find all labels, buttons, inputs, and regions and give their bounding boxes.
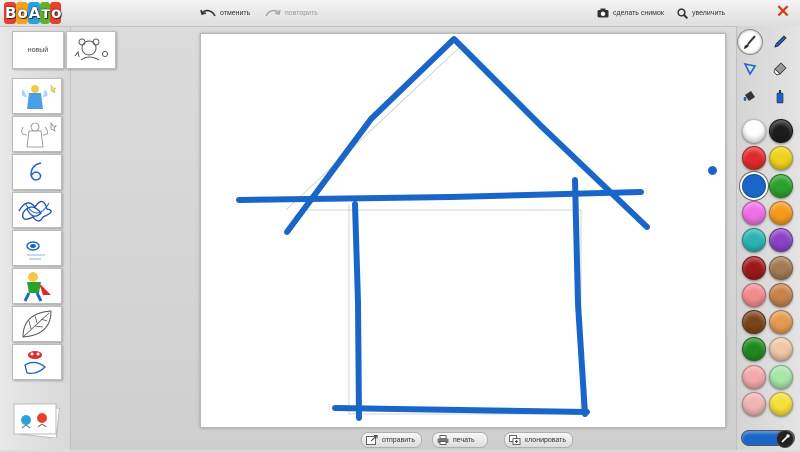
color-swatch[interactable] — [769, 364, 793, 389]
drawing-canvas[interactable] — [200, 33, 726, 428]
house-guide-line — [301, 204, 582, 415]
undo-arrow-icon — [200, 9, 216, 17]
shape-icon — [743, 62, 757, 76]
drawing-thumbnail-blue-scribble[interactable] — [12, 192, 62, 228]
birds-gallery-icon — [13, 403, 61, 439]
color-swatch[interactable] — [769, 392, 793, 416]
drawing-thumbnail-fairy[interactable] — [12, 78, 62, 114]
snapshot-button[interactable]: сделать снимок — [597, 6, 664, 20]
shape-tool[interactable] — [738, 57, 762, 81]
eraser-icon — [773, 62, 787, 76]
eraser-tool[interactable] — [768, 57, 792, 81]
new-drawing-label: новый — [27, 46, 49, 54]
color-swatch[interactable] — [769, 255, 793, 280]
paint-bucket-icon — [743, 91, 755, 101]
close-button[interactable]: ✕ — [774, 2, 792, 22]
gallery-stack-button[interactable] — [12, 402, 61, 439]
superhero-thumbnail-image — [23, 272, 51, 302]
send-icon — [366, 435, 378, 445]
scribble-thumbnail-image — [30, 162, 42, 181]
color-swatch[interactable] — [769, 173, 793, 198]
color-swatch[interactable] — [742, 392, 766, 416]
print-label: печать — [453, 436, 475, 444]
house-drawing — [236, 36, 650, 421]
top-toolbar: ВоАто отменить повторить сделать снимок … — [0, 0, 800, 27]
current-color-indicator[interactable] — [741, 430, 795, 448]
magnifier-icon — [677, 7, 688, 19]
zoom-button[interactable]: увеличить — [677, 6, 725, 20]
horizontal-beam-stroke — [236, 189, 644, 203]
drawing-thumbnail-fairy-outline[interactable] — [12, 116, 62, 152]
color-swatch[interactable] — [742, 255, 766, 280]
fill-bucket-tool[interactable] — [738, 84, 762, 108]
color-picker-button[interactable] — [776, 430, 794, 448]
color-swatch[interactable] — [742, 282, 766, 307]
color-swatch[interactable] — [742, 228, 766, 253]
spray-tool[interactable] — [768, 84, 792, 108]
redo-label: повторить — [285, 9, 318, 17]
fairy-thumbnail-image — [21, 84, 57, 109]
marker-tool[interactable] — [768, 30, 792, 54]
color-swatch[interactable] — [769, 310, 793, 335]
color-swatch[interactable] — [742, 119, 766, 143]
eyedropper-icon — [781, 434, 790, 443]
drawing-thumbnail-leaf[interactable] — [12, 306, 62, 342]
right-wall-stroke — [572, 177, 588, 417]
color-swatch[interactable] — [769, 282, 793, 307]
fairy-outline-thumbnail-image — [21, 121, 57, 148]
brush-size-indicator[interactable] — [708, 166, 717, 175]
drawing-thumbnail-scribble[interactable] — [12, 154, 62, 190]
drawing-thumbnail-swirl[interactable] — [12, 230, 62, 266]
clone-icon — [509, 435, 521, 445]
color-swatch[interactable] — [769, 228, 793, 253]
swirl-thumbnail-image — [26, 241, 45, 260]
redo-arrow-icon — [265, 9, 281, 17]
color-swatch[interactable] — [769, 200, 793, 225]
redo-button[interactable]: повторить — [265, 6, 318, 20]
undo-button[interactable]: отменить — [200, 6, 250, 20]
color-swatch[interactable] — [742, 364, 766, 389]
floor-stroke — [332, 405, 590, 415]
coloring-template-button[interactable] — [66, 31, 116, 69]
brush-icon — [744, 35, 756, 49]
roof-stroke — [284, 36, 650, 235]
new-drawing-button[interactable]: новый — [12, 31, 64, 69]
undo-label: отменить — [220, 9, 251, 17]
clone-label: клонировать — [525, 436, 566, 444]
app-logo[interactable]: ВоАто — [4, 2, 62, 24]
character-thumbnail-image — [24, 351, 46, 375]
print-button[interactable]: печать — [432, 432, 488, 448]
color-swatch[interactable] — [742, 173, 766, 198]
color-swatch[interactable] — [742, 310, 766, 335]
color-swatch[interactable] — [769, 119, 793, 143]
color-swatch[interactable] — [742, 200, 766, 225]
printer-icon — [437, 435, 449, 445]
coloring-page-icon — [74, 38, 108, 61]
left-wall-stroke — [352, 201, 362, 421]
blue-scribble-thumbnail-image — [18, 200, 52, 222]
spray-can-icon — [776, 90, 784, 104]
leaf-thumbnail-image — [22, 310, 52, 338]
brush-tool[interactable] — [738, 30, 762, 54]
marker-icon — [774, 35, 787, 48]
zoom-label: увеличить — [692, 9, 726, 17]
send-label: отправить — [382, 436, 416, 444]
snapshot-label: сделать снимок — [613, 9, 664, 17]
drawing-thumbnail-superhero[interactable] — [12, 268, 62, 304]
clone-button[interactable]: клонировать — [504, 432, 573, 448]
send-button[interactable]: отправить — [361, 432, 423, 448]
drawing-thumbnail-character[interactable] — [12, 344, 62, 380]
camera-icon — [597, 8, 609, 18]
